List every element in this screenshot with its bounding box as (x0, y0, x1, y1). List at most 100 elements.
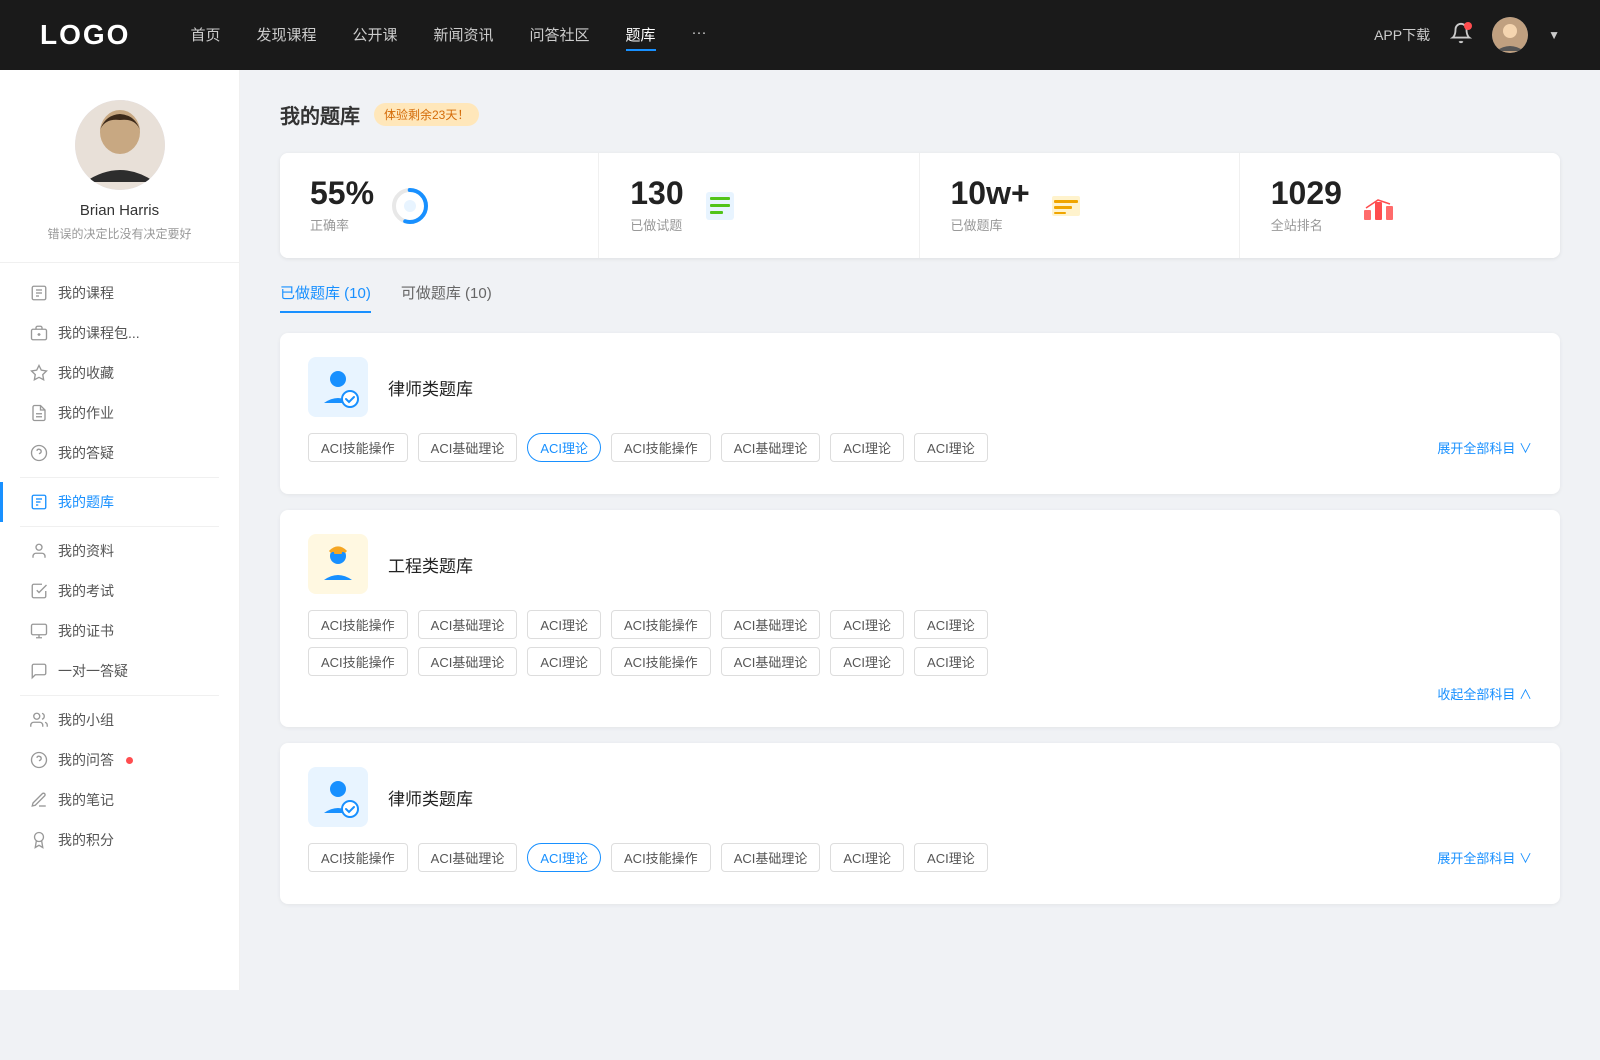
stat-accuracy-number: 55% (310, 177, 374, 209)
sidebar-item-package[interactable]: 我的课程包... (0, 313, 239, 353)
tab-done[interactable]: 已做题库 (10) (280, 282, 371, 313)
qbank-icon-lawyer-1 (308, 357, 368, 417)
nav-open-course[interactable]: 公开课 (352, 20, 397, 51)
app-download-button[interactable]: APP下载 (1374, 25, 1430, 45)
eng-tag-1[interactable]: ACI技能操作 (308, 610, 408, 639)
notification-bell[interactable] (1450, 22, 1472, 49)
stat-ranking-number: 1029 (1271, 177, 1342, 209)
stats-row: 55% 正确率 130 已做试题 (280, 153, 1560, 258)
stat-qbanks-number: 10w+ (951, 177, 1030, 209)
tag-7[interactable]: ACI理论 (914, 433, 988, 462)
tag-5[interactable]: ACI基础理论 (721, 433, 821, 462)
qbank-icon-lawyer-2 (308, 767, 368, 827)
question-dot (126, 757, 133, 764)
eng-tag2-3[interactable]: ACI理论 (527, 647, 601, 676)
user-motto: 错误的决定比没有决定要好 (47, 225, 191, 242)
stat-qbanks-label: 已做题库 (951, 215, 1030, 234)
law2-tag-6[interactable]: ACI理论 (830, 843, 904, 872)
qbank-tags-lawyer-2: ACI技能操作 ACI基础理论 ACI理论 ACI技能操作 ACI基础理论 AC… (308, 843, 1532, 872)
qbank-card-lawyer-1: 律师类题库 ACI技能操作 ACI基础理论 ACI理论 ACI技能操作 ACI基… (280, 333, 1560, 494)
law2-tag-7[interactable]: ACI理论 (914, 843, 988, 872)
questions-icon (700, 186, 740, 226)
eng-tag-4[interactable]: ACI技能操作 (611, 610, 711, 639)
nav-discover[interactable]: 发现课程 (256, 20, 316, 51)
tag-3-active[interactable]: ACI理论 (527, 433, 601, 462)
stat-accuracy: 55% 正确率 (280, 153, 599, 258)
sidebar: Brian Harris 错误的决定比没有决定要好 我的课程 我的课程包... … (0, 70, 240, 990)
page-title: 我的题库 (280, 100, 360, 129)
expand-link-lawyer-2[interactable]: 展开全部科目 ∨ (1437, 848, 1532, 867)
navbar-right: APP下载 ▼ (1374, 17, 1560, 53)
law2-tag-3-active[interactable]: ACI理论 (527, 843, 601, 872)
stat-qbanks-done: 10w+ 已做题库 (921, 153, 1240, 258)
tag-6[interactable]: ACI理论 (830, 433, 904, 462)
collapse-link-engineer[interactable]: 收起全部科目 ∧ (1437, 684, 1532, 703)
sidebar-item-qbank[interactable]: 我的题库 (0, 482, 239, 522)
eng-tag-6[interactable]: ACI理论 (830, 610, 904, 639)
logo: LOGO (40, 19, 130, 51)
nav-more[interactable]: ··· (692, 20, 707, 51)
eng-tag2-4[interactable]: ACI技能操作 (611, 647, 711, 676)
qbank-tags-lawyer-1: ACI技能操作 ACI基础理论 ACI理论 ACI技能操作 ACI基础理论 AC… (308, 433, 1532, 462)
sidebar-item-course[interactable]: 我的课程 (0, 273, 239, 313)
user-avatar-navbar[interactable] (1492, 17, 1528, 53)
qbank-tags-engineer-row1: ACI技能操作 ACI基础理论 ACI理论 ACI技能操作 ACI基础理论 AC… (308, 610, 1532, 639)
page-header: 我的题库 体验剩余23天！ (280, 100, 1560, 129)
notification-dot (1464, 22, 1472, 30)
navbar: LOGO 首页 发现课程 公开课 新闻资讯 问答社区 题库 ··· APP下载 … (0, 0, 1600, 70)
tag-1[interactable]: ACI技能操作 (308, 433, 408, 462)
qbank-name-lawyer-1: 律师类题库 (388, 375, 473, 400)
tabs-bar: 已做题库 (10) 可做题库 (10) (280, 282, 1560, 313)
nav-menu: 首页 发现课程 公开课 新闻资讯 问答社区 题库 ··· (190, 20, 1374, 51)
sidebar-item-favorites[interactable]: 我的收藏 (0, 353, 239, 393)
tab-todo[interactable]: 可做题库 (10) (401, 282, 492, 313)
tag-2[interactable]: ACI基础理论 (418, 433, 518, 462)
eng-tag-5[interactable]: ACI基础理论 (721, 610, 821, 639)
eng-tag2-7[interactable]: ACI理论 (914, 647, 988, 676)
eng-tag-7[interactable]: ACI理论 (914, 610, 988, 639)
qbank-name-lawyer-2: 律师类题库 (388, 785, 473, 810)
nav-qbank[interactable]: 题库 (626, 20, 656, 51)
stat-questions: 130 已做试题 (600, 153, 919, 258)
sidebar-item-question[interactable]: 我的问答 (0, 740, 239, 780)
law2-tag-1[interactable]: ACI技能操作 (308, 843, 408, 872)
nav-news[interactable]: 新闻资讯 (434, 20, 494, 51)
user-dropdown-arrow[interactable]: ▼ (1548, 28, 1560, 42)
sidebar-item-oneone[interactable]: 一对一答疑 (0, 651, 239, 691)
law2-tag-5[interactable]: ACI基础理论 (721, 843, 821, 872)
accuracy-chart-icon (390, 186, 430, 226)
eng-tag2-5[interactable]: ACI基础理论 (721, 647, 821, 676)
law2-tag-2[interactable]: ACI基础理论 (418, 843, 518, 872)
page-layout: Brian Harris 错误的决定比没有决定要好 我的课程 我的课程包... … (0, 70, 1600, 990)
qbank-card-engineer: 工程类题库 ACI技能操作 ACI基础理论 ACI理论 ACI技能操作 ACI基… (280, 510, 1560, 727)
qbank-card-lawyer-2: 律师类题库 ACI技能操作 ACI基础理论 ACI理论 ACI技能操作 ACI基… (280, 743, 1560, 904)
sidebar-item-qa[interactable]: 我的答疑 (0, 433, 239, 473)
sidebar-item-group[interactable]: 我的小组 (0, 700, 239, 740)
expand-link-lawyer-1[interactable]: 展开全部科目 ∨ (1437, 438, 1532, 457)
user-avatar-sidebar (75, 100, 165, 190)
eng-tag2-2[interactable]: ACI基础理论 (418, 647, 518, 676)
eng-tag2-6[interactable]: ACI理论 (830, 647, 904, 676)
nav-qa[interactable]: 问答社区 (530, 20, 590, 51)
sidebar-item-homework[interactable]: 我的作业 (0, 393, 239, 433)
stat-accuracy-label: 正确率 (310, 215, 374, 234)
sidebar-menu: 我的课程 我的课程包... 我的收藏 我的作业 我的答疑 (0, 273, 239, 860)
sidebar-item-points[interactable]: 我的积分 (0, 820, 239, 860)
trial-badge: 体验剩余23天！ (374, 103, 479, 126)
stat-ranking: 1029 全站排名 (1241, 153, 1560, 258)
qbank-name-engineer: 工程类题库 (388, 552, 473, 577)
eng-tag2-1[interactable]: ACI技能操作 (308, 647, 408, 676)
sidebar-item-cert[interactable]: 我的证书 (0, 611, 239, 651)
qbank-tags-engineer-row2: ACI技能操作 ACI基础理论 ACI理论 ACI技能操作 ACI基础理论 AC… (308, 647, 1532, 676)
sidebar-item-profile[interactable]: 我的资料 (0, 531, 239, 571)
nav-home[interactable]: 首页 (190, 20, 220, 51)
qbanks-done-icon (1046, 186, 1086, 226)
sidebar-item-exam[interactable]: 我的考试 (0, 571, 239, 611)
eng-tag-2[interactable]: ACI基础理论 (418, 610, 518, 639)
sidebar-item-notes[interactable]: 我的笔记 (0, 780, 239, 820)
law2-tag-4[interactable]: ACI技能操作 (611, 843, 711, 872)
tag-4[interactable]: ACI技能操作 (611, 433, 711, 462)
qbank-icon-engineer (308, 534, 368, 594)
eng-tag-3[interactable]: ACI理论 (527, 610, 601, 639)
stat-ranking-label: 全站排名 (1271, 215, 1342, 234)
